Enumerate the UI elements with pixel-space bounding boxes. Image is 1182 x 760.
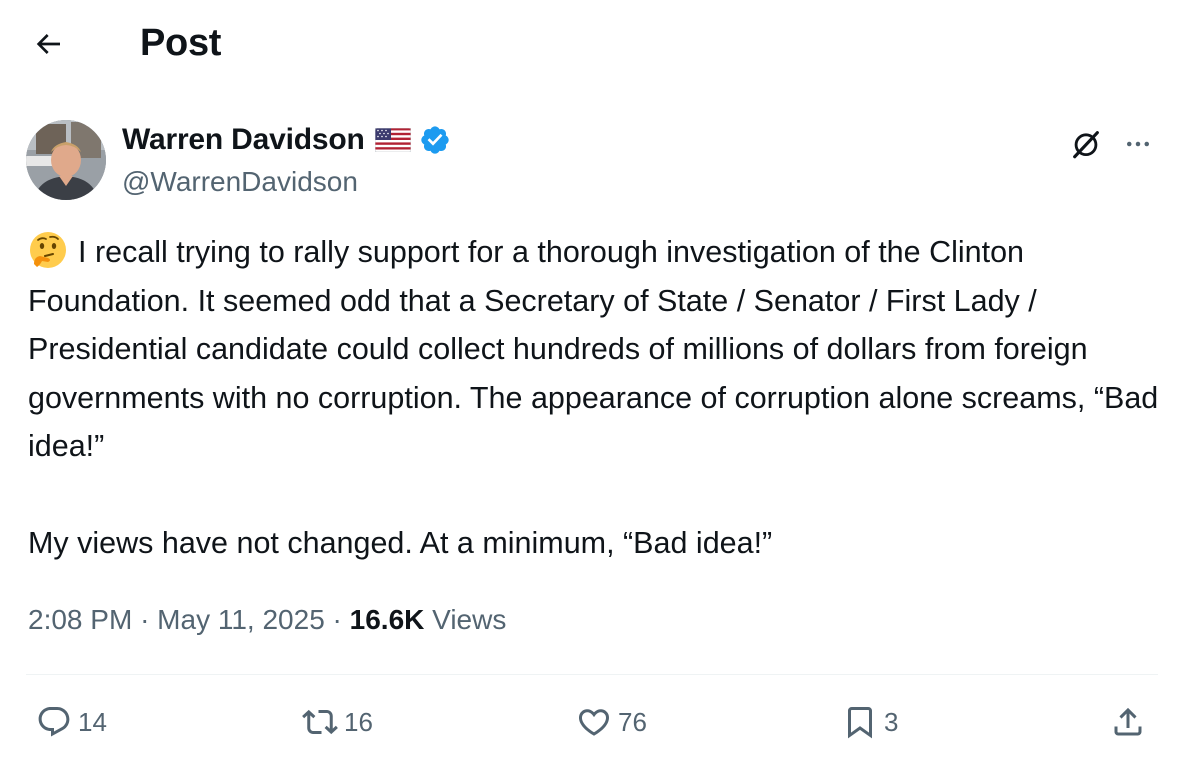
like-count: 76 <box>618 707 647 737</box>
tweet-time[interactable]: 2:08 PM <box>28 604 132 635</box>
views-count: 16.6K <box>349 604 425 635</box>
tweet-paragraph: I recall trying to rally support for a t… <box>28 228 1163 471</box>
bookmark-icon <box>848 707 872 739</box>
repost-icon <box>302 709 338 735</box>
reply-button[interactable]: 14 <box>36 700 107 744</box>
verified-badge-icon[interactable] <box>419 124 451 156</box>
views-label: Views <box>432 604 507 635</box>
share-button[interactable] <box>1110 700 1146 744</box>
avatar[interactable] <box>26 120 106 200</box>
back-button[interactable] <box>26 22 70 66</box>
bookmark-count: 3 <box>884 707 899 737</box>
author-handle[interactable]: @WarrenDavidson <box>122 164 451 200</box>
tweet-paragraph-2: My views have not changed. At a minimum,… <box>28 526 773 560</box>
tweet-text: I recall trying to rally support for a t… <box>28 228 1163 568</box>
author-display-name[interactable]: Warren Davidson <box>122 118 365 162</box>
bookmark-button[interactable]: 3 <box>842 700 898 744</box>
meta-separator: · <box>140 604 150 635</box>
reply-icon <box>38 707 70 737</box>
grok-button[interactable] <box>1066 124 1106 164</box>
repost-count: 16 <box>344 707 373 737</box>
like-button[interactable]: 76 <box>576 700 647 744</box>
tweet-paragraph-1: I recall trying to rally support for a t… <box>28 235 1159 463</box>
author-info: Warren Davidson @WarrenDavidson <box>122 118 451 200</box>
share-icon <box>1114 707 1142 736</box>
us-flag-icon <box>374 128 411 152</box>
author-name-row: Warren Davidson <box>122 118 451 162</box>
avatar-photo <box>26 120 106 200</box>
divider <box>26 674 1158 675</box>
tweet-date[interactable]: May 11, 2025 <box>157 604 325 635</box>
page-title: Post <box>140 22 222 64</box>
post-page: Post Warren Davidson @WarrenDavidson I r… <box>0 0 1182 760</box>
tweet-meta: 2:08 PM · May 11, 2025 · 16.6K Views <box>28 600 506 640</box>
thinking-face-emoji <box>28 230 68 270</box>
more-icon <box>1127 141 1149 147</box>
reply-count: 14 <box>78 707 107 737</box>
more-options-button[interactable] <box>1118 124 1158 164</box>
header: Post <box>0 0 1182 88</box>
grok-icon <box>1073 131 1099 159</box>
meta-separator: · <box>332 604 342 635</box>
arrow-left-icon <box>36 34 60 54</box>
heart-icon <box>578 709 610 736</box>
repost-button[interactable]: 16 <box>302 700 373 744</box>
